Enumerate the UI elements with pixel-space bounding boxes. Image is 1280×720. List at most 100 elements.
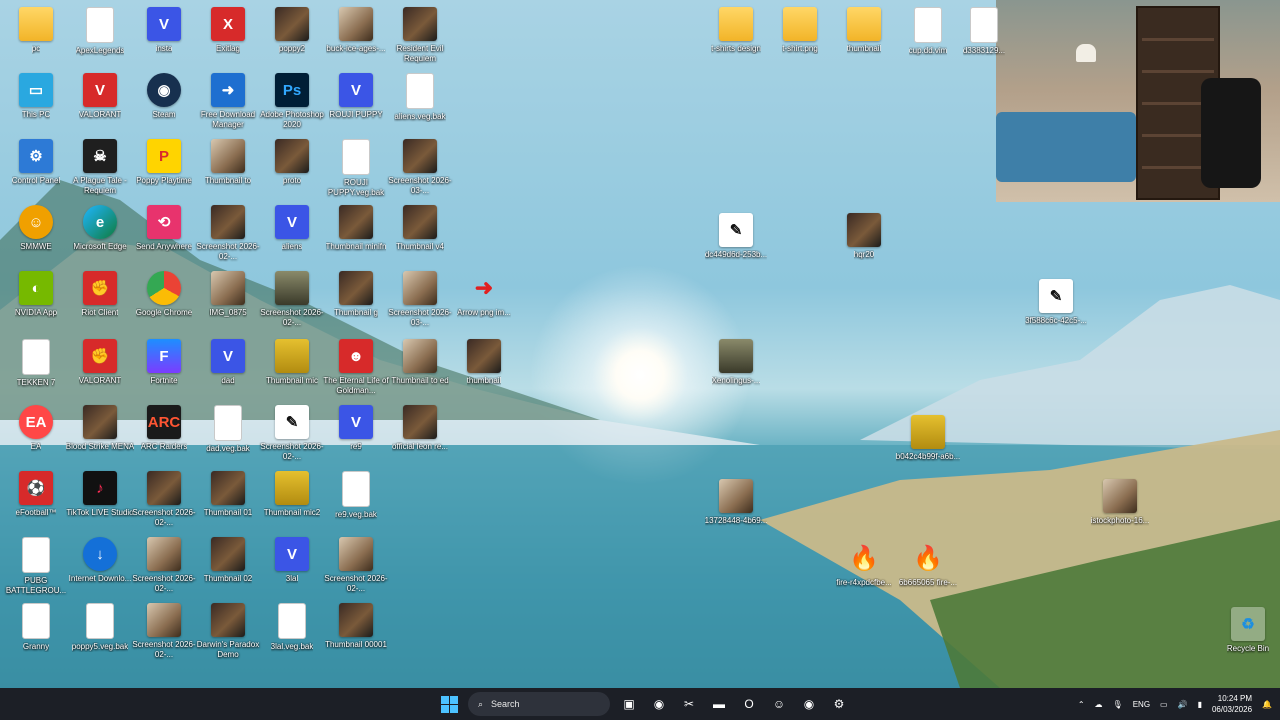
desktop-icon[interactable]: ⚙ Control Panel — [0, 136, 72, 200]
desktop-icon[interactable]: Thumbnail 01 — [192, 468, 264, 532]
desktop-icon[interactable]: 🔥 6b665065 fire-... — [892, 538, 964, 602]
chevron-up-icon[interactable]: ⌃ — [1078, 700, 1085, 709]
desktop-icon[interactable]: ◉ Steam — [128, 70, 200, 134]
language-indicator[interactable]: ENG — [1133, 700, 1150, 709]
desktop-icon[interactable]: ◐ NVIDIA App — [0, 268, 72, 332]
desktop-icon[interactable]: Thumbnail 02 — [192, 534, 264, 598]
desktop-icon[interactable]: ⚽ eFootball™ — [0, 468, 72, 532]
desktop-icon[interactable]: IMG_0875 — [192, 268, 264, 332]
desktop-icon[interactable]: X Exitlag — [192, 4, 264, 68]
desktop-icon[interactable]: 🔥 fire-r4xpdcfbe... — [828, 538, 900, 602]
desktop-icon[interactable]: dad.veg.bak — [192, 402, 264, 466]
desktop-icon[interactable]: F Fortnite — [128, 336, 200, 400]
desktop-icon[interactable]: ☺ SMMWE — [0, 202, 72, 266]
desktop-icon[interactable]: Thumbnail v4 — [384, 202, 456, 266]
desktop-icon[interactable]: V ROUJI PUPPY — [320, 70, 392, 134]
desktop-icon[interactable]: Thumbnail to — [192, 136, 264, 200]
desktop-icon[interactable]: t-shirt.png — [764, 4, 836, 68]
desktop-icon[interactable]: ✊ VALORANT — [64, 336, 136, 400]
desktop-icon[interactable]: istockphoto-16... — [1084, 476, 1156, 540]
desktop-icon[interactable]: Screenshot 2026-02-... — [320, 534, 392, 598]
desktop-icon[interactable]: Valiens — [256, 202, 328, 266]
start-button[interactable] — [436, 691, 462, 717]
desktop-icon[interactable]: Screenshot 2026-02-... — [128, 468, 200, 532]
desktop-icon[interactable]: buck-ice-ages-... — [320, 4, 392, 68]
desktop-icon[interactable]: Screenshot 2026-02-... — [192, 202, 264, 266]
desktop-icon[interactable]: Screenshot 2026-03-... — [384, 268, 456, 332]
file-explorer-icon[interactable]: ▬ — [706, 691, 732, 717]
desktop-icon[interactable]: Thumbnail 00001 — [320, 600, 392, 664]
desktop-icon[interactable]: Resident Evil Requiem — [384, 4, 456, 68]
desktop-icon[interactable]: Granny — [0, 600, 72, 664]
desktop-icon[interactable]: ➜ Free Download Manager — [192, 70, 264, 134]
desktop-icon[interactable]: ✊ Riot Client — [64, 268, 136, 332]
desktop-icon[interactable]: ApexLegends — [64, 4, 136, 68]
desktop-icon[interactable]: pc — [0, 4, 72, 68]
snipping-tool-icon[interactable]: ✂ — [676, 691, 702, 717]
notification-icon[interactable]: 🔔 — [1262, 700, 1272, 709]
desktop-icon[interactable]: P Poppy Playtime — [128, 136, 200, 200]
onedrive-icon[interactable]: ☁ — [1095, 700, 1103, 709]
desktop-icon[interactable]: ROUJI PUPPY.veg.bak — [320, 136, 392, 200]
desktop-icon[interactable]: poppy2 — [256, 4, 328, 68]
desktop-icon[interactable]: PUBG BATTLEGROU... — [0, 534, 72, 598]
desktop-icon[interactable]: thumbnail — [828, 4, 900, 68]
network-icon[interactable]: ▭ — [1160, 700, 1168, 709]
desktop-icon[interactable]: Darwin's Paradox Demo — [192, 600, 264, 664]
desktop-icon[interactable]: 3lal.veg.bak — [256, 600, 328, 664]
desktop-icon[interactable]: ♻ Recycle Bin — [1212, 604, 1280, 668]
task-view-icon[interactable]: ▣ — [616, 691, 642, 717]
desktop-icon[interactable]: Vre9 — [320, 402, 392, 466]
desktop-icon[interactable]: poppy5.veg.bak — [64, 600, 136, 664]
desktop-icon[interactable]: Blood Strike MENA — [64, 402, 136, 466]
clock[interactable]: 10:24 PM 06/03/2026 — [1212, 693, 1252, 715]
desktop-icon[interactable]: ☻ The Eternal Life of Goldman... — [320, 336, 392, 400]
desktop-icon[interactable]: V VALORANT — [64, 70, 136, 134]
desktop-icon[interactable]: proto — [256, 136, 328, 200]
desktop-icon[interactable]: b042c4b99f-a6b... — [892, 412, 964, 476]
desktop-icon[interactable]: Thumbnail minifn — [320, 202, 392, 266]
battery-icon[interactable]: ▮ — [1198, 700, 1202, 709]
desktop-icon[interactable]: ARC ARC Raiders — [128, 402, 200, 466]
desktop-icon[interactable]: EA EA — [0, 402, 72, 466]
desktop-icon[interactable]: ✎ 3f588c6c-42c5-... — [1020, 276, 1092, 340]
desktop-icon[interactable]: ♪ TikTok LIVE Studio — [64, 468, 136, 532]
desktop-icon[interactable]: Screenshot 2026-02-... — [128, 600, 200, 664]
desktop-icon[interactable]: official leon re... — [384, 402, 456, 466]
desktop-icon[interactable]: re9.veg.bak — [320, 468, 392, 532]
settings-taskbar-icon[interactable]: ⚙ — [826, 691, 852, 717]
desktop-icon[interactable]: Thumbnail g — [320, 268, 392, 332]
steam-taskbar-icon[interactable]: ◉ — [796, 691, 822, 717]
discord-icon[interactable]: ☺ — [766, 691, 792, 717]
opera-icon[interactable]: O — [736, 691, 762, 717]
desktop-icon[interactable]: aliens.veg.bak — [384, 70, 456, 134]
desktop-icon[interactable]: thumbnail — [448, 336, 520, 400]
desktop-icon[interactable]: ✎ Screenshot 2026-02-... — [256, 402, 328, 466]
desktop-icon[interactable]: ▭ This PC — [0, 70, 72, 134]
desktop-icon[interactable]: Screenshot 2026-02-... — [128, 534, 200, 598]
desktop-icon[interactable]: Thumbnail mic2 — [256, 468, 328, 532]
desktop-icon[interactable]: Google Chrome — [128, 268, 200, 332]
desktop-icon[interactable]: ☠ A Plague Tale - Requiem — [64, 136, 136, 200]
taskbar-search[interactable]: ⌕ Search — [468, 692, 610, 716]
desktop-icon[interactable]: ✎ dc449d6d-253b... — [700, 210, 772, 274]
desktop-icon[interactable]: ⟲ Send Anywhere — [128, 202, 200, 266]
desktop-icon[interactable]: 13728448-4b69... — [700, 476, 772, 540]
desktop-icon[interactable]: Ps Adobe Photoshop 2020 — [256, 70, 328, 134]
desktop-icon[interactable]: Xenolingus-... — [700, 336, 772, 400]
desktop-icon[interactable]: t-shirts design — [700, 4, 772, 68]
desktop-icon[interactable]: V 3lal — [256, 534, 328, 598]
volume-icon[interactable]: 🔊 — [1178, 700, 1188, 709]
desktop-icon[interactable]: hqr20 — [828, 210, 900, 274]
desktop-icon[interactable]: Screenshot 2026-02-... — [256, 268, 328, 332]
microphone-icon[interactable]: 🎙 — [1113, 700, 1123, 709]
desktop-icon[interactable]: ↓ Internet Downlo... — [64, 534, 136, 598]
chrome-taskbar-icon[interactable]: ◉ — [646, 691, 672, 717]
desktop-icon[interactable]: d3383129... — [948, 4, 1020, 68]
desktop-icon[interactable]: ➜ Arrow png im... — [448, 268, 520, 332]
desktop-icon[interactable]: e Microsoft Edge — [64, 202, 136, 266]
desktop-icon[interactable]: Thumbnail mic — [256, 336, 328, 400]
desktop-icon[interactable]: Thumbnail to ed — [384, 336, 456, 400]
desktop-icon[interactable]: Vdad — [192, 336, 264, 400]
desktop-icon[interactable]: Vinsta — [128, 4, 200, 68]
